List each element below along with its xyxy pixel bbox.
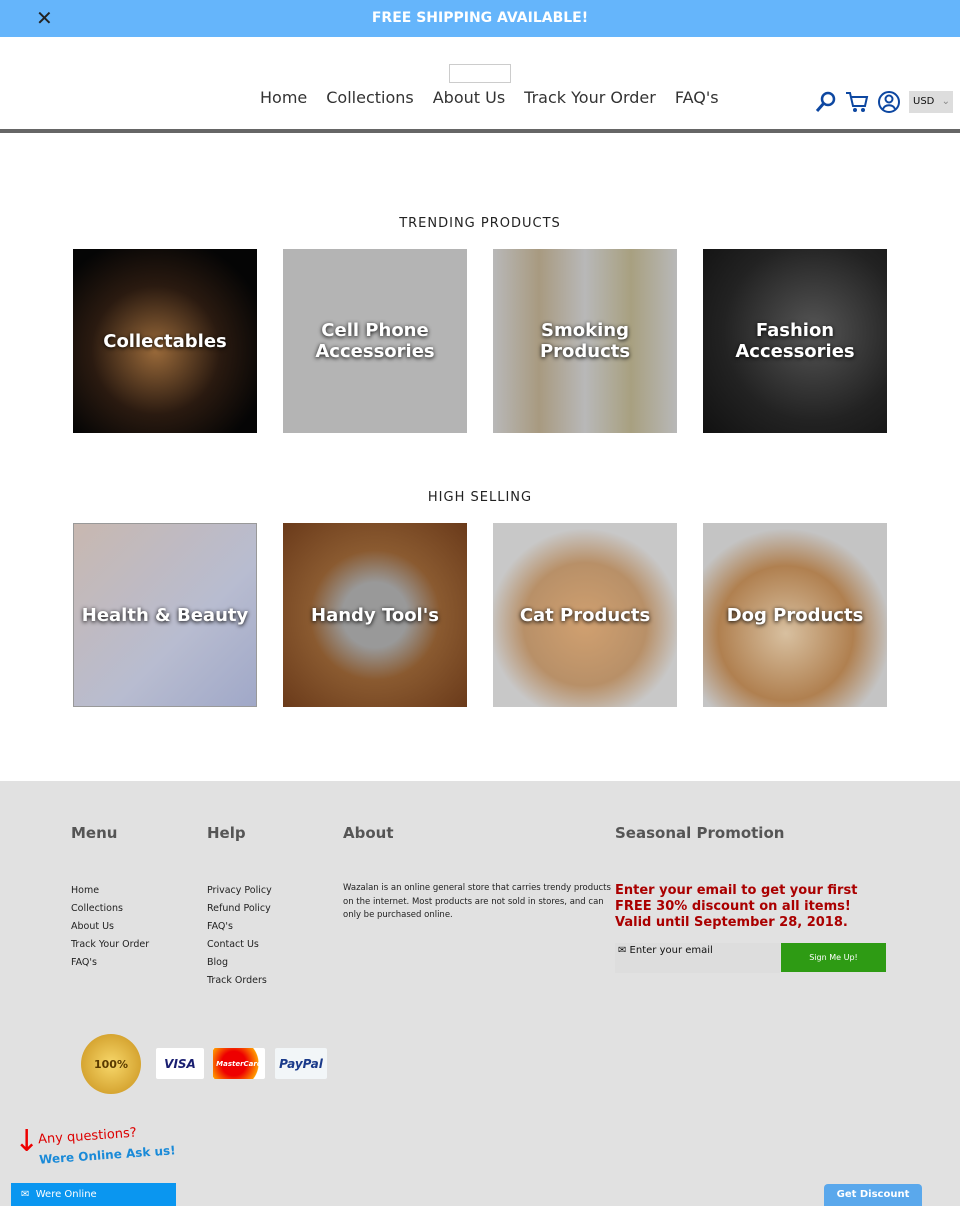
logo[interactable] [449,64,511,83]
arrow-down-icon: ↓ [14,1124,40,1159]
chat-button-label: Were Online [35,1189,97,1200]
footer-link[interactable]: Track Your Order [71,936,149,954]
main-nav: Home Collections About Us Track Your Ord… [260,88,719,107]
footer-link[interactable]: FAQ's [207,918,272,936]
footer-link[interactable]: Home [71,882,149,900]
currency-select[interactable]: USD ⌄ [909,91,953,113]
footer-help-links: Privacy Policy Refund Policy FAQ's Conta… [207,882,272,990]
footer-link[interactable]: Contact Us [207,936,272,954]
account-icon[interactable] [877,90,901,114]
site-header: Home Collections About Us Track Your Ord… [0,37,960,133]
tile-cat-products[interactable]: Cat Products [493,523,677,707]
sign-up-button[interactable]: Sign Me Up! [781,943,886,972]
tile-handy-tools[interactable]: Handy Tool's [283,523,467,707]
footer-link[interactable]: Blog [207,954,272,972]
mail-icon: ✉ [21,1189,30,1200]
nav-faqs[interactable]: FAQ's [675,88,719,107]
nav-collections[interactable]: Collections [326,88,413,107]
footer-help-title: Help [207,824,246,842]
footer-link[interactable]: Collections [71,900,149,918]
announcement-bar: ✕ FREE SHIPPING AVAILABLE! [0,0,960,37]
footer-link[interactable]: About Us [71,918,149,936]
get-discount-button[interactable]: Get Discount [824,1184,922,1206]
footer-link[interactable]: Track Orders [207,972,272,990]
tile-collectables[interactable]: Collectables [73,249,257,433]
paypal-icon: PayPal [275,1048,327,1079]
trending-title: TRENDING PRODUCTS [399,216,561,231]
search-icon[interactable] [815,91,837,113]
visa-icon: VISA [156,1048,204,1079]
nav-home[interactable]: Home [260,88,307,107]
footer-menu-links: Home Collections About Us Track Your Ord… [71,882,149,972]
tile-health-beauty[interactable]: Health & Beauty [73,523,257,707]
high-selling-title: HIGH SELLING [427,490,533,505]
chat-button[interactable]: ✉ Were Online [11,1183,176,1206]
email-input[interactable]: ✉ Enter your email [615,943,780,973]
close-icon[interactable]: ✕ [36,0,53,37]
nav-about-us[interactable]: About Us [433,88,505,107]
satisfaction-guarantee-badge: 100% [81,1034,141,1094]
footer-menu-title: Menu [71,824,118,842]
mastercard-icon: MasterCard [213,1048,265,1079]
about-text: Wazalan is an online general store that … [343,883,611,920]
announcement-text: FREE SHIPPING AVAILABLE! [371,10,589,26]
nav-track-order[interactable]: Track Your Order [524,88,656,107]
footer-link[interactable]: Refund Policy [207,900,272,918]
tile-smoking-products[interactable]: Smoking Products [493,249,677,433]
footer-link[interactable]: FAQ's [71,954,149,972]
cart-icon[interactable] [845,91,869,113]
currency-value: USD [913,96,935,107]
footer-about-title: About [343,824,394,842]
tile-fashion-accessories[interactable]: Fashion Accessories [703,249,887,433]
tile-dog-products[interactable]: Dog Products [703,523,887,707]
tile-cell-phone-accessories[interactable]: Cell Phone Accessories [283,249,467,433]
footer-promo-title: Seasonal Promotion [615,824,785,842]
promo-text: Enter your email to get your first FREE … [615,883,858,930]
footer: Menu Help About Seasonal Promotion Home … [0,781,960,1206]
chevron-down-icon: ⌄ [941,96,950,107]
footer-link[interactable]: Privacy Policy [207,882,272,900]
